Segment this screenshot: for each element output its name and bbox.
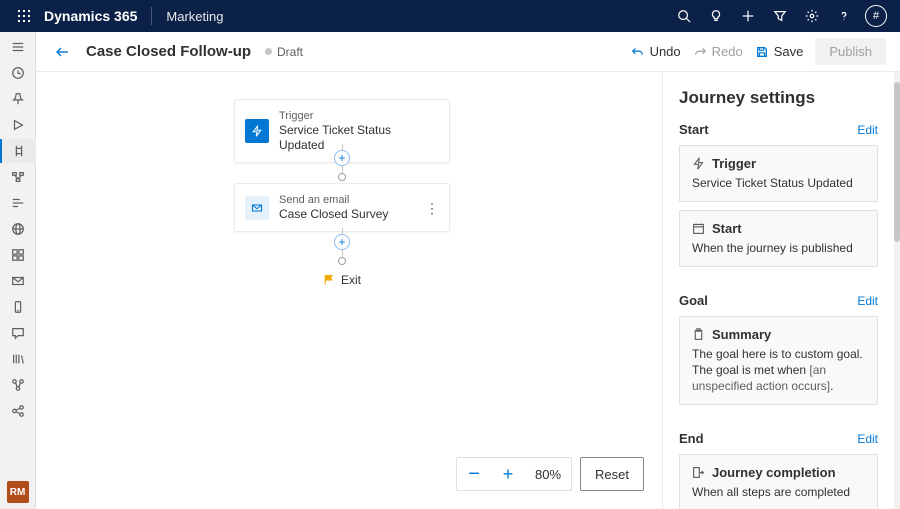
card-title: Summary [712,327,771,342]
junction-circle-icon [338,173,346,181]
rail-activity-icon[interactable] [0,191,36,215]
rail-pinned-icon[interactable] [0,87,36,111]
command-bar: Case Closed Follow-up Draft Undo Redo Sa… [36,32,900,72]
journey-settings-panel: Journey settings Start Edit Trigger Serv… [662,72,894,509]
add-step-button[interactable]: + [334,234,350,250]
edit-link[interactable]: Edit [857,123,878,137]
filter-icon[interactable] [764,0,796,32]
rail-globe-icon[interactable] [0,217,36,241]
rail-journeys-icon[interactable] [0,139,36,163]
undo-label: Undo [650,44,681,59]
calendar-icon [692,222,705,235]
rail-share-icon[interactable] [0,399,36,423]
rail-connections-icon[interactable] [0,373,36,397]
global-nav: Dynamics 365 Marketing # [0,0,900,32]
zoom-in-button[interactable]: + [491,464,525,485]
trigger-label: Service Ticket Status Updated [279,123,439,153]
panel-card-completion[interactable]: Journey completion When all steps are co… [679,454,878,509]
undo-button[interactable]: Undo [625,40,687,63]
zoom-value: 80% [525,467,571,482]
panel-card-trigger[interactable]: Trigger Service Ticket Status Updated [679,145,878,202]
zoom-out-button[interactable]: − [457,463,491,486]
clipboard-icon [692,328,705,341]
search-icon[interactable] [668,0,700,32]
left-nav-rail: RM [0,32,36,509]
help-icon[interactable] [828,0,860,32]
panel-section-start: Start Edit Trigger Service Ticket Status… [663,122,894,293]
panel-card-summary[interactable]: Summary The goal here is to custom goal.… [679,316,878,405]
rail-segments-icon[interactable] [0,165,36,189]
card-value: The goal here is to custom goal. The goa… [692,346,865,394]
rail-chat-icon[interactable] [0,321,36,345]
edit-link[interactable]: Edit [857,294,878,308]
card-title: Trigger [712,156,756,171]
panel-card-start[interactable]: Start When the journey is published [679,210,878,267]
exit-node[interactable]: Exit [323,273,361,287]
lightning-icon [692,157,705,170]
rail-recent-icon[interactable] [0,61,36,85]
zoom-reset-button[interactable]: Reset [580,457,644,491]
card-title: Start [712,221,742,236]
journey-canvas[interactable]: Trigger Service Ticket Status Updated + [36,72,662,509]
save-label: Save [774,44,804,59]
user-avatar[interactable]: # [860,0,892,32]
flag-icon [323,274,335,286]
redo-button: Redo [687,40,749,63]
card-value: Service Ticket Status Updated [692,175,865,191]
module-name[interactable]: Marketing [156,9,233,24]
scrollbar[interactable] [894,72,900,509]
lightbulb-icon[interactable] [700,0,732,32]
node-more-icon[interactable]: ⋮ [425,201,439,215]
rail-mobile-icon[interactable] [0,295,36,319]
card-value: When the journey is published [692,240,865,256]
rail-grid-icon[interactable] [0,243,36,267]
section-heading: Start [679,122,709,137]
rail-area-badge[interactable]: RM [7,481,29,503]
panel-section-goal: Goal Edit Summary The goal here is to cu… [663,293,894,431]
action-eyebrow: Send an email [279,193,425,207]
status-dot-icon [265,48,272,55]
brand-name[interactable]: Dynamics 365 [40,8,147,24]
scrollbar-thumb[interactable] [894,82,900,242]
email-action-node[interactable]: Send an email Case Closed Survey ⋮ [234,183,450,232]
status-badge: Draft [265,45,303,59]
junction-circle-icon [338,257,346,265]
connector-line [342,166,343,173]
edit-link[interactable]: Edit [857,432,878,446]
gear-icon[interactable] [796,0,828,32]
connector-line [342,250,343,257]
trigger-eyebrow: Trigger [279,109,439,123]
status-text: Draft [277,45,303,59]
publish-button: Publish [815,38,886,65]
back-button[interactable] [50,40,74,64]
save-button[interactable]: Save [749,40,810,63]
zoom-controls: − + 80% Reset [456,457,644,491]
exit-label: Exit [341,273,361,287]
rail-play-icon[interactable] [0,113,36,137]
rail-email-icon[interactable] [0,269,36,293]
section-heading: End [679,431,704,446]
add-step-button[interactable]: + [334,150,350,166]
section-heading: Goal [679,293,708,308]
panel-title: Journey settings [663,84,894,122]
divider [151,7,152,25]
rail-library-icon[interactable] [0,347,36,371]
action-label: Case Closed Survey [279,207,425,222]
app-launcher-icon[interactable] [8,0,40,32]
rail-collapse-icon[interactable] [0,35,36,59]
avatar-initial: # [865,5,887,27]
card-title: Journey completion [712,465,836,480]
page-title: Case Closed Follow-up [86,43,251,60]
redo-label: Redo [712,44,743,59]
card-value: When all steps are completed [692,484,865,500]
panel-section-end: End Edit Journey completion When all ste… [663,431,894,509]
lightning-icon [245,119,269,143]
exit-icon [692,466,705,479]
add-icon[interactable] [732,0,764,32]
email-icon [245,196,269,220]
